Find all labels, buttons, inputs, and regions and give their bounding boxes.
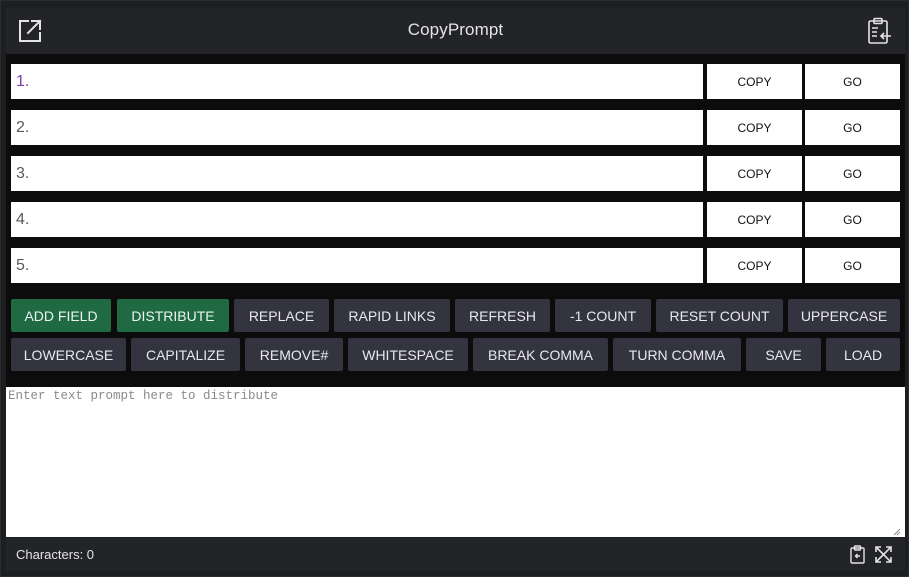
add-field-button[interactable]: ADD FIELD — [11, 299, 111, 332]
copyprompt-window: CopyPrompt COPY GO COPY GO COPY GO COPY … — [0, 0, 909, 577]
refresh-button[interactable]: REFRESH — [455, 299, 550, 332]
field-row: COPY GO — [11, 64, 900, 99]
break-comma-button[interactable]: BREAK COMMA — [473, 338, 608, 371]
field-row: COPY GO — [11, 156, 900, 191]
prompt-field-1[interactable] — [11, 64, 703, 99]
capitalize-button[interactable]: CAPITALIZE — [131, 338, 240, 371]
uppercase-button[interactable]: UPPERCASE — [788, 299, 900, 332]
fields-panel: COPY GO COPY GO COPY GO COPY GO COPY GO … — [6, 54, 905, 387]
prompt-field-3[interactable] — [11, 156, 703, 191]
turn-comma-button[interactable]: TURN COMMA — [613, 338, 741, 371]
clipboard-icon[interactable] — [849, 545, 867, 564]
reset-count-button[interactable]: RESET COUNT — [656, 299, 783, 332]
replace-button[interactable]: REPLACE — [234, 299, 329, 332]
status-bar: Characters: 0 — [6, 538, 905, 571]
resize-grip-icon[interactable] — [893, 528, 901, 536]
app-title: CopyPrompt — [407, 20, 504, 39]
whitespace-button[interactable]: WHITESPACE — [348, 338, 468, 371]
load-button[interactable]: LOAD — [826, 338, 900, 371]
copy-button[interactable]: COPY — [707, 110, 802, 145]
title-bar: CopyPrompt — [6, 8, 905, 54]
go-button[interactable]: GO — [805, 248, 900, 283]
character-count: Characters: 0 — [16, 547, 95, 562]
go-button[interactable]: GO — [805, 64, 900, 99]
decrement-count-button[interactable]: -1 COUNT — [555, 299, 651, 332]
copy-button[interactable]: COPY — [707, 202, 802, 237]
go-button[interactable]: GO — [805, 156, 900, 191]
prompt-field-4[interactable] — [11, 202, 703, 237]
clipboard-import-icon[interactable] — [867, 17, 893, 45]
copy-button[interactable]: COPY — [707, 248, 802, 283]
prompt-field-2[interactable] — [11, 110, 703, 145]
rapid-links-button[interactable]: RAPID LINKS — [334, 299, 450, 332]
go-button[interactable]: GO — [805, 202, 900, 237]
save-button[interactable]: SAVE — [746, 338, 821, 371]
expand-arrows-icon[interactable] — [874, 545, 893, 564]
field-row: COPY GO — [11, 110, 900, 145]
prompt-field-5[interactable] — [11, 248, 703, 283]
distribute-button[interactable]: DISTRIBUTE — [117, 299, 229, 332]
field-row: COPY GO — [11, 248, 900, 283]
copy-button[interactable]: COPY — [707, 156, 802, 191]
lowercase-button[interactable]: LOWERCASE — [11, 338, 126, 371]
remove-numbers-button[interactable]: REMOVE# — [245, 338, 343, 371]
go-button[interactable]: GO — [805, 110, 900, 145]
prompt-textarea[interactable] — [6, 387, 905, 537]
field-row: COPY GO — [11, 202, 900, 237]
copy-button[interactable]: COPY — [707, 64, 802, 99]
